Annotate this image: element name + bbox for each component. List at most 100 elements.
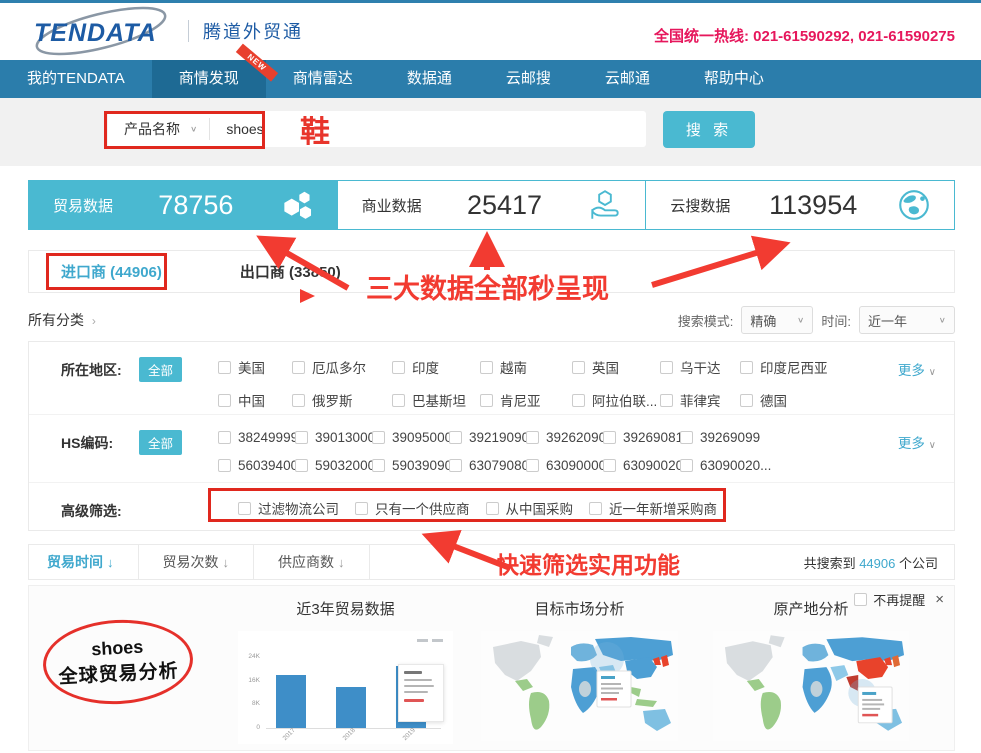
checkbox-icon[interactable] bbox=[660, 394, 673, 407]
filter-checkbox-item[interactable]: 63090020... bbox=[603, 458, 680, 473]
filter-checkbox-item[interactable]: 38249999 bbox=[218, 430, 295, 445]
checkbox-icon[interactable] bbox=[449, 431, 462, 444]
checkbox-icon[interactable] bbox=[660, 361, 673, 374]
filter-checkbox-item[interactable]: 39269099 bbox=[680, 430, 771, 445]
logo[interactable]: TENDATA 腾道外贸通 bbox=[30, 13, 303, 49]
checkbox-label: 厄瓜多尔 bbox=[312, 357, 366, 377]
filter-checkbox-item[interactable]: 从中国采购 bbox=[486, 498, 574, 518]
filter-checkbox-item[interactable]: 阿拉伯联... bbox=[572, 390, 660, 410]
world-map-target-market bbox=[481, 631, 678, 741]
filter-checkbox-item[interactable]: 39095000 bbox=[372, 430, 449, 445]
time-select[interactable]: 近一年 ∨ bbox=[859, 306, 955, 334]
nav-item-cloud-mail[interactable]: 云邮通 bbox=[578, 60, 677, 98]
search-mode-select[interactable]: 精确 ∨ bbox=[741, 306, 813, 334]
chevron-down-icon: ∨ bbox=[190, 125, 197, 134]
checkbox-icon[interactable] bbox=[372, 459, 385, 472]
filter-checkbox-item[interactable]: 越南 bbox=[480, 357, 572, 377]
nav-item-cloud-mail-search[interactable]: 云邮搜 bbox=[479, 60, 578, 98]
checkbox-icon[interactable] bbox=[572, 394, 585, 407]
checkbox-icon[interactable] bbox=[295, 459, 308, 472]
filter-checkbox-item[interactable]: 只有一个供应商 bbox=[355, 498, 470, 518]
checkbox-icon[interactable] bbox=[295, 431, 308, 444]
search-button[interactable]: 搜 索 bbox=[663, 111, 755, 148]
checkbox-icon[interactable] bbox=[603, 459, 616, 472]
filter-checkbox-item[interactable]: 巴基斯坦 bbox=[392, 390, 480, 410]
card-label: 贸易数据 bbox=[29, 195, 113, 216]
checkbox-icon[interactable] bbox=[449, 459, 462, 472]
checkbox-icon[interactable] bbox=[740, 394, 753, 407]
card-cloud-search-data[interactable]: 云搜数据 113954 bbox=[645, 180, 955, 230]
checkbox-label: 只有一个供应商 bbox=[375, 498, 470, 518]
checkbox-icon[interactable] bbox=[218, 394, 231, 407]
checkbox-icon[interactable] bbox=[486, 502, 499, 515]
hs-all-badge[interactable]: 全部 bbox=[139, 430, 182, 455]
checkbox-icon[interactable] bbox=[355, 502, 368, 515]
checkbox-icon[interactable] bbox=[392, 394, 405, 407]
sort-trade-count[interactable]: 贸易次数↓ bbox=[139, 545, 255, 580]
filter-checkbox-item[interactable]: 63079080 bbox=[449, 458, 526, 473]
more-label: 更多 bbox=[898, 363, 925, 378]
nav-item-help-center[interactable]: 帮助中心 bbox=[677, 60, 791, 98]
hs-more-link[interactable]: 更多 ∨ bbox=[898, 432, 936, 452]
checkbox-label: 近一年新增采购商 bbox=[609, 498, 717, 518]
nav-item-data-link[interactable]: 数据通 bbox=[380, 60, 479, 98]
filter-checkbox-item[interactable]: 英国 bbox=[572, 357, 660, 377]
close-icon[interactable]: × bbox=[935, 591, 944, 608]
checkbox-icon[interactable] bbox=[480, 361, 493, 374]
checkbox-icon[interactable] bbox=[292, 394, 305, 407]
filter-checkbox-item[interactable]: 菲律宾 bbox=[660, 390, 740, 410]
filter-checkbox-item[interactable]: 过滤物流公司 bbox=[238, 498, 339, 518]
nav-item-business-radar[interactable]: 商情雷达 bbox=[266, 60, 380, 98]
region-all-badge[interactable]: 全部 bbox=[139, 357, 182, 382]
filter-checkbox-item[interactable]: 39013000 bbox=[295, 430, 372, 445]
card-trade-data[interactable]: 贸易数据 78756 bbox=[28, 180, 338, 230]
filter-checkbox-item[interactable]: 中国 bbox=[218, 390, 292, 410]
filter-checkbox-item[interactable]: 乌干达 bbox=[660, 357, 740, 377]
sort-supplier-count[interactable]: 供应商数↓ bbox=[254, 545, 370, 580]
nav-item-my-tendata[interactable]: 我的TENDATA bbox=[0, 60, 152, 98]
chart-title: 近3年贸易数据 bbox=[238, 598, 453, 619]
checkbox-icon[interactable] bbox=[392, 361, 405, 374]
filter-checkbox-item[interactable]: 59039090 bbox=[372, 458, 449, 473]
region-more-link[interactable]: 更多 ∨ bbox=[898, 359, 936, 379]
tab-exporters[interactable]: 出口商 (33850) bbox=[240, 261, 341, 282]
filter-checkbox-item[interactable]: 厄瓜多尔 bbox=[292, 357, 392, 377]
checkbox-icon[interactable] bbox=[218, 361, 231, 374]
checkbox-icon[interactable] bbox=[603, 431, 616, 444]
checkbox-icon[interactable] bbox=[218, 459, 231, 472]
filter-checkbox-item[interactable]: 肯尼亚 bbox=[480, 390, 572, 410]
filter-checkbox-item[interactable]: 59032000 bbox=[295, 458, 372, 473]
checkbox-icon[interactable] bbox=[680, 459, 693, 472]
checkbox-icon[interactable] bbox=[218, 431, 231, 444]
filter-checkbox-item[interactable]: 德国 bbox=[740, 390, 828, 410]
filter-checkbox-item[interactable]: 39219090 bbox=[449, 430, 526, 445]
all-categories-link[interactable]: 所有分类 › bbox=[28, 310, 96, 330]
checkbox-icon[interactable] bbox=[572, 361, 585, 374]
checkbox-icon[interactable] bbox=[740, 361, 753, 374]
search-input[interactable] bbox=[210, 121, 550, 137]
checkbox-icon[interactable] bbox=[526, 431, 539, 444]
filter-checkbox-item[interactable]: 俄罗斯 bbox=[292, 390, 392, 410]
filter-checkbox-item[interactable]: 56039400 bbox=[218, 458, 295, 473]
sort-trade-time[interactable]: 贸易时间↓ bbox=[29, 545, 139, 580]
card-business-data[interactable]: 商业数据 25417 bbox=[337, 180, 647, 230]
checkbox-icon[interactable] bbox=[292, 361, 305, 374]
filter-checkbox-item[interactable]: 印度尼西亚 bbox=[740, 357, 828, 377]
filter-checkbox-item[interactable]: 印度 bbox=[392, 357, 480, 377]
checkbox-icon[interactable] bbox=[680, 431, 693, 444]
tab-importers[interactable]: 进口商 (44906) bbox=[61, 261, 162, 282]
filter-checkbox-item[interactable]: 39262090 bbox=[526, 430, 603, 445]
filter-checkbox-item[interactable]: 63090000 bbox=[526, 458, 603, 473]
nav-item-business-discovery[interactable]: 商情发现 NEW bbox=[152, 60, 266, 98]
checkbox-icon[interactable] bbox=[526, 459, 539, 472]
search-category-select[interactable]: 产品名称 ∨ bbox=[108, 118, 210, 140]
checkbox-icon[interactable] bbox=[238, 502, 251, 515]
filter-checkbox-item[interactable]: 39269081 bbox=[603, 430, 680, 445]
checkbox-icon[interactable] bbox=[589, 502, 602, 515]
checkbox-icon[interactable] bbox=[372, 431, 385, 444]
filter-checkbox-item[interactable]: 美国 bbox=[218, 357, 292, 377]
checkbox-icon[interactable] bbox=[480, 394, 493, 407]
sort-desc-icon: ↓ bbox=[107, 555, 114, 570]
filter-checkbox-item[interactable]: 近一年新增采购商 bbox=[589, 498, 717, 518]
filter-checkbox-item[interactable]: 63090020... bbox=[680, 458, 771, 473]
